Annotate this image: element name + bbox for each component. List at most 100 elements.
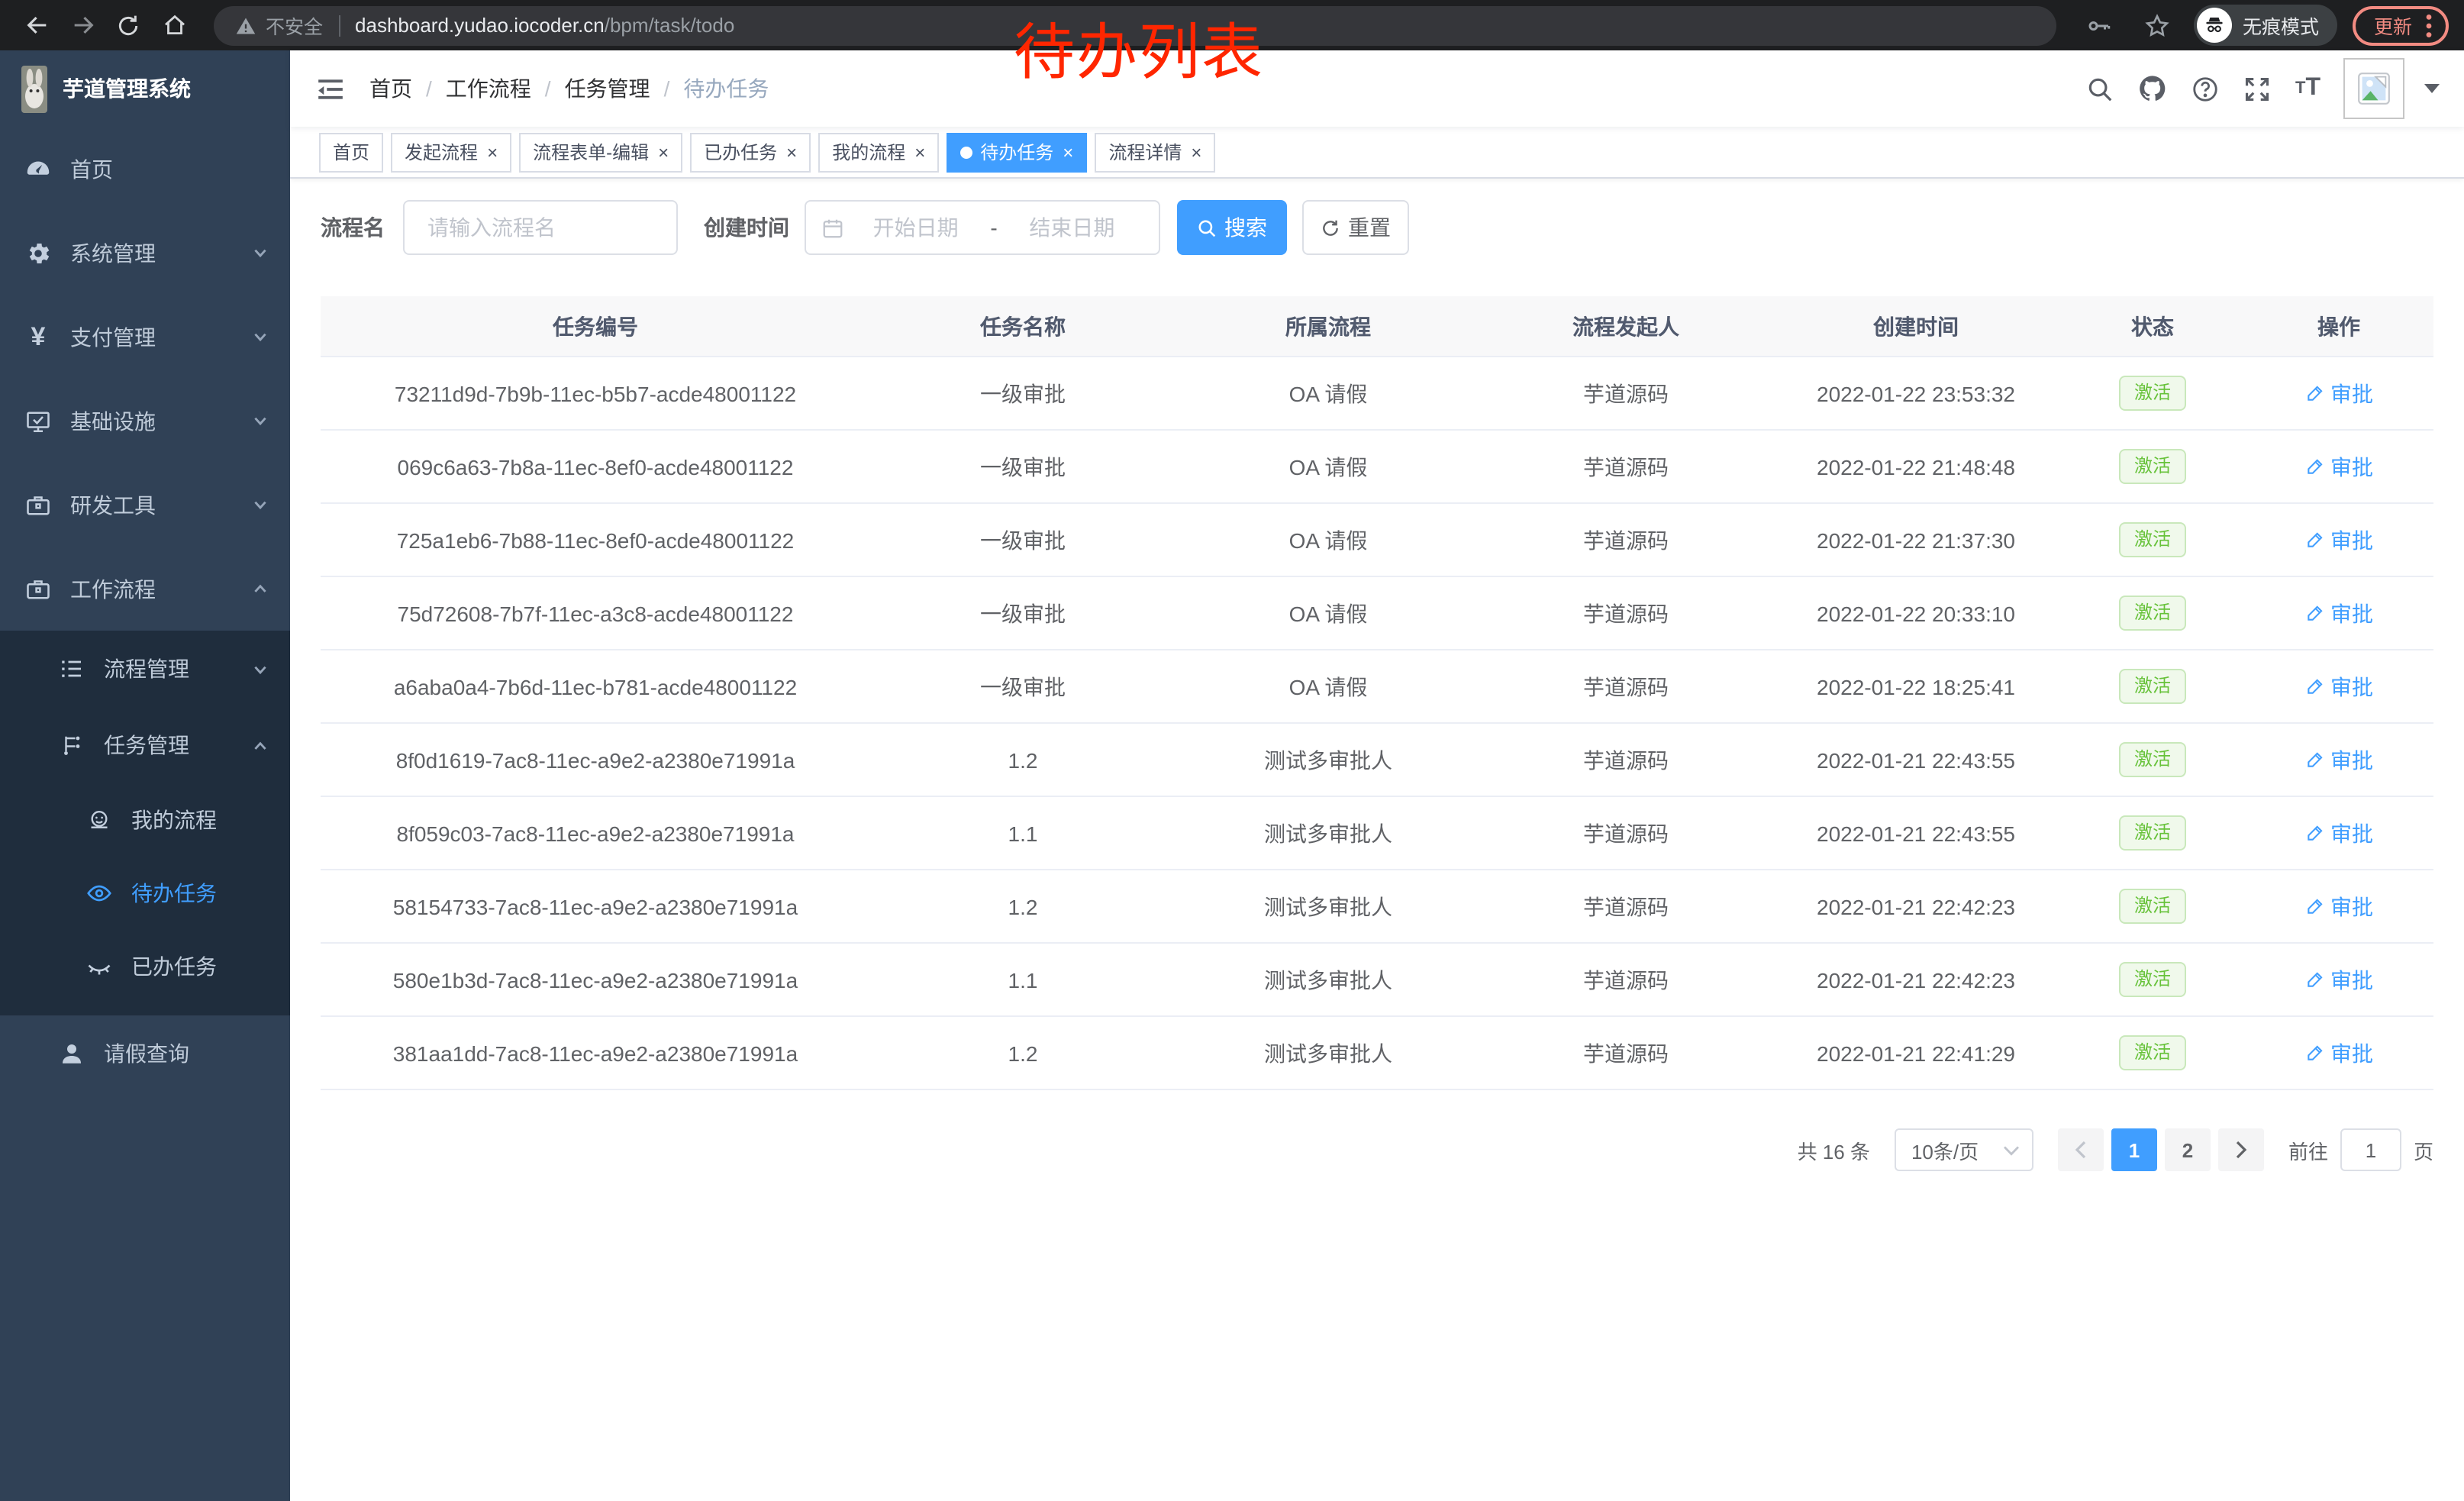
close-icon[interactable]: × (786, 143, 797, 161)
cell-task-name: 1.1 (870, 821, 1176, 845)
close-icon[interactable]: × (658, 143, 669, 161)
avatar[interactable] (2343, 58, 2404, 119)
close-icon[interactable]: × (1063, 143, 1073, 161)
sidebar-item-workflow[interactable]: 工作流程 (0, 547, 290, 631)
sidebar-item-system[interactable]: 系统管理 (0, 211, 290, 295)
edit-pencil-icon (2304, 383, 2324, 403)
status-badge: 激活 (2119, 376, 2186, 411)
breadcrumb-home[interactable]: 首页 (369, 73, 412, 104)
next-page-button[interactable] (2218, 1128, 2264, 1171)
cell-actions: 审批 (2244, 451, 2433, 482)
edit-pencil-icon (2304, 1043, 2324, 1063)
prev-page-button[interactable] (2058, 1128, 2104, 1171)
approve-link[interactable]: 审批 (2304, 525, 2373, 555)
sidebar-item-task-management[interactable]: 任务管理 (0, 707, 290, 783)
breadcrumb-workflow[interactable]: 工作流程 (446, 73, 531, 104)
security-label: 不安全 (266, 11, 323, 40)
col-task-name: 任务名称 (870, 311, 1176, 341)
security-warning[interactable]: 不安全 (235, 11, 323, 40)
browser-forward-button[interactable] (61, 4, 104, 47)
cell-starter: 芋道源码 (1481, 451, 1771, 482)
pagination: 共 16 条 10条/页 1 2 (321, 1128, 2433, 1171)
close-icon[interactable]: × (1191, 143, 1201, 161)
cell-task-id: 381aa1dd-7ac8-11ec-a9e2-a2380e71991a (321, 1041, 870, 1065)
search-icon[interactable] (2086, 74, 2115, 103)
sidebar-item-todo-tasks[interactable]: 待办任务 (0, 857, 290, 930)
cell-task-id: 8f059c03-7ac8-11ec-a9e2-a2380e71991a (321, 821, 870, 845)
cell-starter: 芋道源码 (1481, 818, 1771, 848)
sidebar-item-my-process[interactable]: 我的流程 (0, 783, 290, 857)
help-icon[interactable] (2191, 74, 2221, 103)
goto-page-input[interactable] (2340, 1128, 2401, 1171)
page-number-button[interactable]: 1 (2111, 1128, 2157, 1171)
approve-link[interactable]: 审批 (2304, 671, 2373, 702)
bookmark-star-icon[interactable] (2136, 4, 2179, 47)
approve-link[interactable]: 审批 (2304, 744, 2373, 775)
approve-link[interactable]: 审批 (2304, 964, 2373, 995)
table-row: 8f059c03-7ac8-11ec-a9e2-a2380e71991a 1.1… (321, 797, 2433, 870)
cell-status: 激活 (2061, 522, 2244, 557)
date-range-picker[interactable]: 开始日期 - 结束日期 (805, 200, 1160, 255)
browser-home-button[interactable] (153, 4, 195, 47)
tab[interactable]: 流程详情 × (1095, 132, 1215, 172)
cell-process: OA 请假 (1176, 525, 1481, 555)
page-size-select[interactable]: 10条/页 (1895, 1128, 2033, 1171)
close-icon[interactable]: × (487, 143, 498, 161)
cell-actions: 审批 (2244, 744, 2433, 775)
sidebar-item-process-management[interactable]: 流程管理 (0, 631, 290, 707)
sidebar-item-dev-tools[interactable]: 研发工具 (0, 463, 290, 547)
approve-link[interactable]: 审批 (2304, 598, 2373, 628)
cell-status: 激活 (2061, 596, 2244, 631)
approve-link[interactable]: 审批 (2304, 891, 2373, 922)
avatar-dropdown-icon[interactable] (2424, 84, 2440, 93)
process-name-input[interactable] (403, 200, 678, 255)
approve-link[interactable]: 审批 (2304, 818, 2373, 848)
breadcrumb-task-management[interactable]: 任务管理 (565, 73, 650, 104)
sidebar-toggle-icon[interactable] (314, 73, 345, 104)
status-badge: 激活 (2119, 449, 2186, 484)
cell-process: 测试多审批人 (1176, 1038, 1481, 1068)
approve-link[interactable]: 审批 (2304, 451, 2373, 482)
sidebar-item-leave-query[interactable]: 请假查询 (0, 1015, 290, 1092)
browser-menu-icon[interactable] (2426, 13, 2432, 37)
sidebar-item-infrastructure[interactable]: 基础设施 (0, 379, 290, 463)
status-badge: 激活 (2119, 1035, 2186, 1070)
tab[interactable]: 我的流程 × (818, 132, 939, 172)
page-number-button[interactable]: 2 (2165, 1128, 2211, 1171)
tab[interactable]: 首页 × (319, 132, 383, 172)
sidebar-item-payment[interactable]: ¥ 支付管理 (0, 295, 290, 379)
tab[interactable]: 发起流程 × (391, 132, 511, 172)
app-logo-row[interactable]: 芋道管理系统 (0, 50, 290, 127)
github-icon[interactable] (2138, 73, 2169, 104)
select-caret-icon (2003, 1144, 2020, 1155)
tab[interactable]: 已办任务 × (690, 132, 811, 172)
approve-link[interactable]: 审批 (2304, 378, 2373, 408)
sidebar-item-home[interactable]: 首页 (0, 127, 290, 211)
browser-reload-button[interactable] (107, 4, 150, 47)
cell-create-time: 2022-01-21 22:43:55 (1771, 821, 2061, 845)
table-row: 725a1eb6-7b88-11ec-8ef0-acde48001122 一级审… (321, 504, 2433, 577)
browser-back-button[interactable] (15, 4, 58, 47)
breadcrumb: 首页 / 工作流程 / 任务管理 / 待办任务 (369, 73, 769, 104)
close-icon[interactable]: × (914, 143, 925, 161)
edit-pencil-icon (2304, 676, 2324, 696)
tree-icon (58, 731, 85, 759)
sidebar-item-done-tasks[interactable]: 已办任务 (0, 930, 290, 1003)
table-row: 381aa1dd-7ac8-11ec-a9e2-a2380e71991a 1.2… (321, 1017, 2433, 1090)
cell-actions: 审批 (2244, 891, 2433, 922)
reset-button[interactable]: 重置 (1302, 200, 1409, 255)
browser-update-button[interactable]: 更新 (2353, 5, 2449, 45)
search-button[interactable]: 搜索 (1177, 200, 1287, 255)
tab[interactable]: 待办任务 × (947, 132, 1087, 172)
cell-actions: 审批 (2244, 525, 2433, 555)
fullscreen-icon[interactable] (2243, 74, 2272, 103)
user-icon (58, 1040, 85, 1067)
approve-link[interactable]: 审批 (2304, 1038, 2373, 1068)
cell-create-time: 2022-01-21 22:41:29 (1771, 1041, 2061, 1065)
edit-pencil-icon (2304, 603, 2324, 623)
font-size-icon[interactable]: TT (2295, 75, 2320, 102)
password-key-icon[interactable] (2078, 4, 2121, 47)
tab[interactable]: 流程表单-编辑 × (519, 132, 682, 172)
cell-actions: 审批 (2244, 1038, 2433, 1068)
cell-create-time: 2022-01-21 22:42:23 (1771, 894, 2061, 918)
